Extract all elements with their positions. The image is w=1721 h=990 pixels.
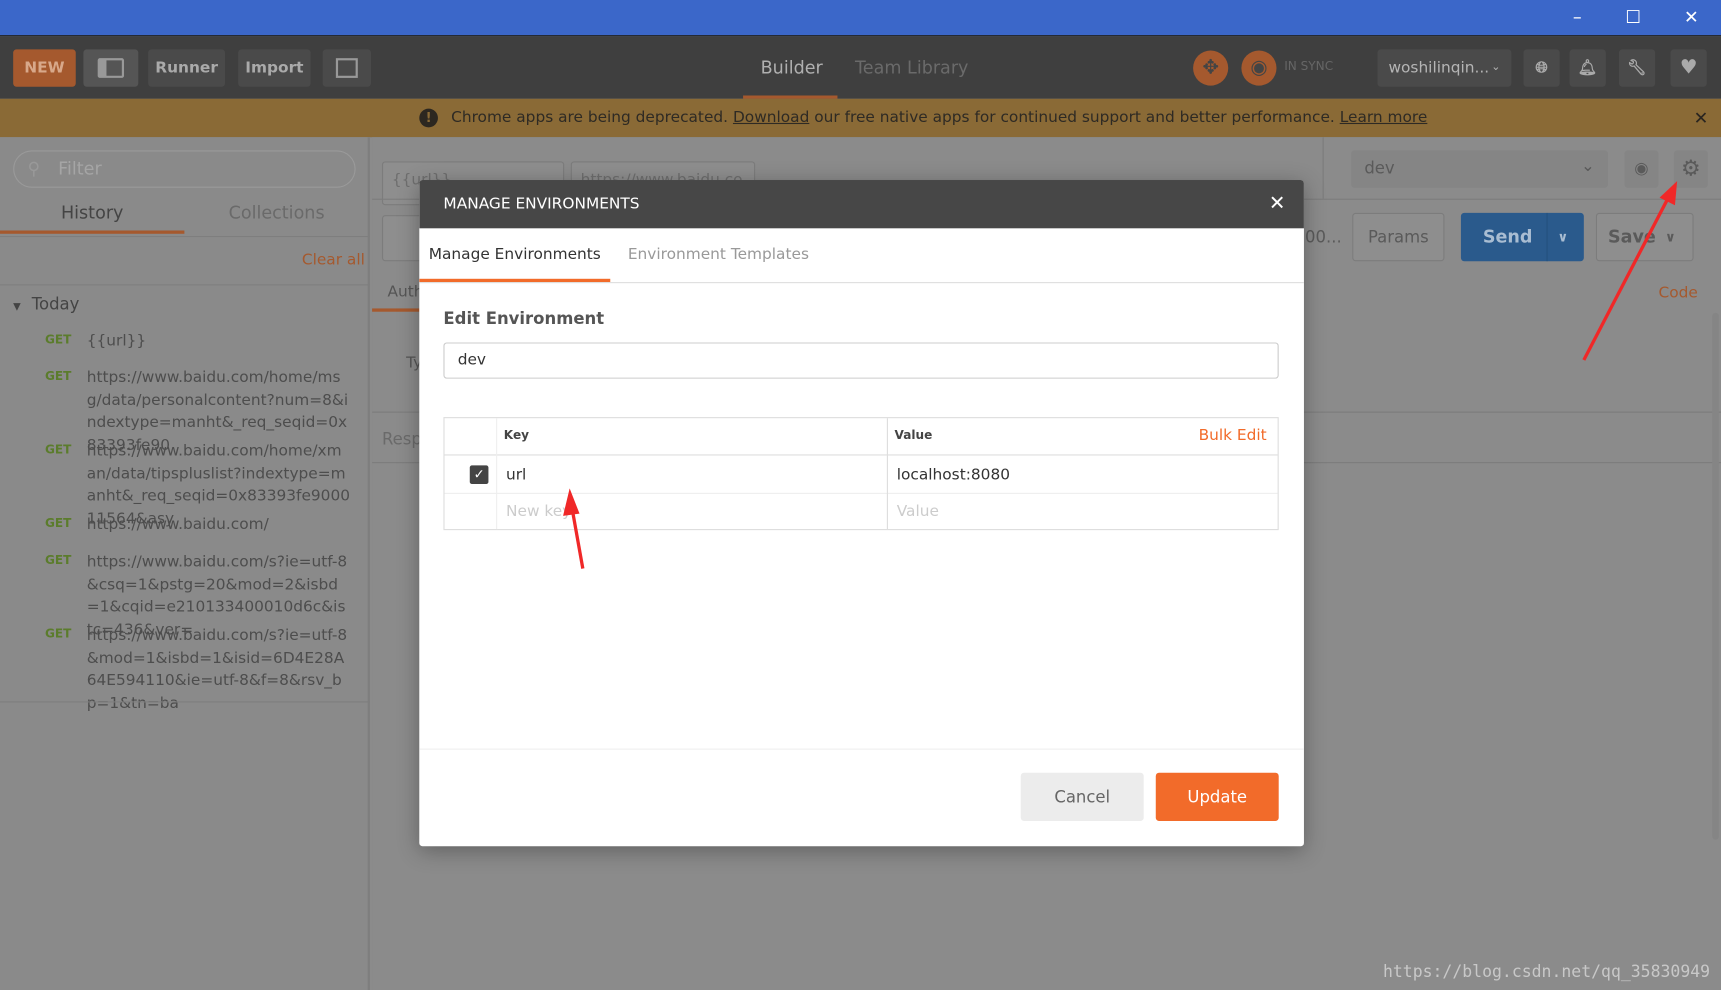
watermark: https://blog.csdn.net/qq_35830949 <box>1382 961 1711 982</box>
annotation-arrows <box>563 181 1678 569</box>
red-arrow-icon <box>1582 181 1678 361</box>
app-window: – ☐ ✕ NEW Runner Import Builder Team Lib… <box>0 0 1721 990</box>
red-arrow-icon <box>563 488 585 569</box>
